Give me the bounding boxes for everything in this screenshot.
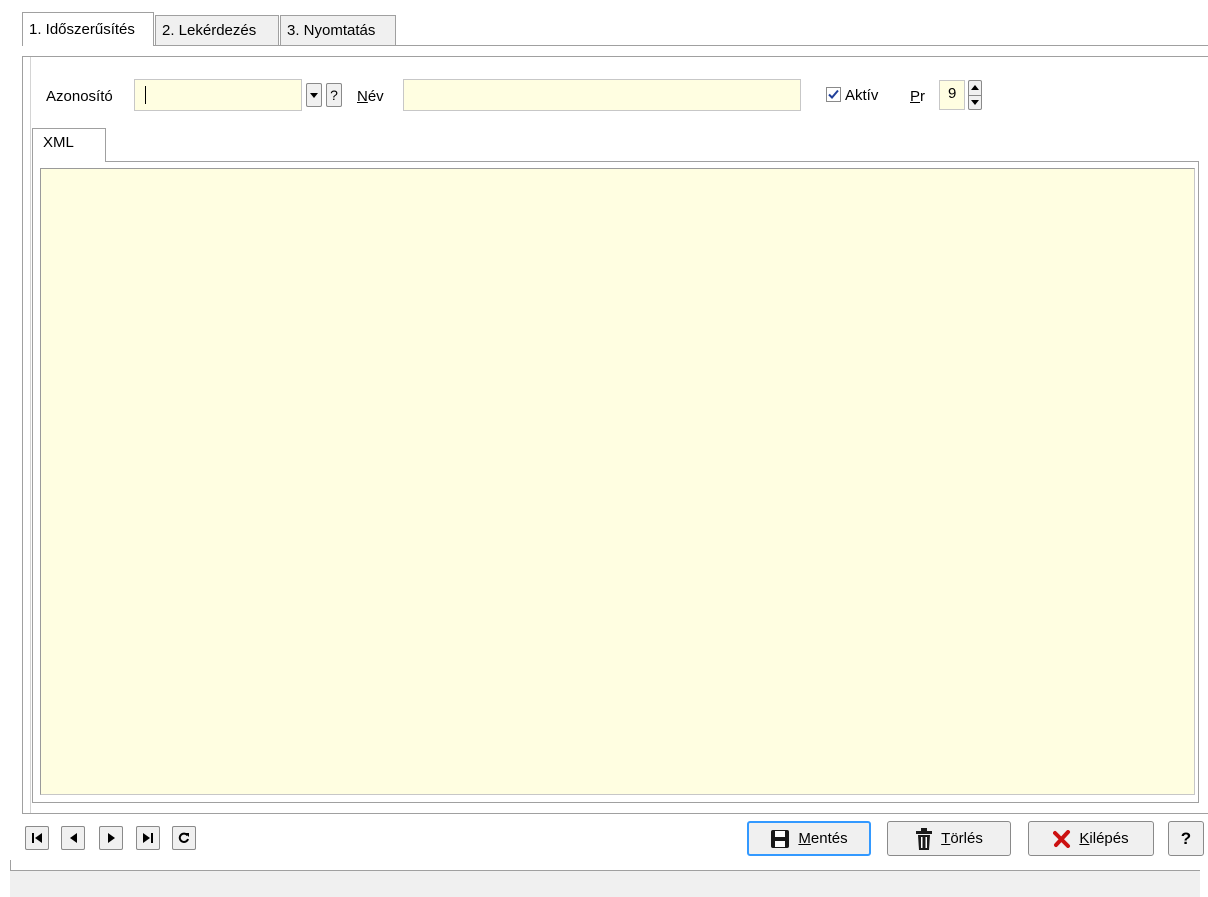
- refresh-icon: [178, 832, 189, 843]
- exit-label-accel: K: [1079, 830, 1090, 847]
- azonosito-input[interactable]: [134, 79, 302, 111]
- pr-spinner[interactable]: [968, 80, 982, 110]
- save-label-accel: M: [798, 830, 811, 847]
- status-bar: [10, 870, 1200, 897]
- azonosito-label: Azonosító: [46, 88, 113, 105]
- azonosito-dropdown-button[interactable]: [306, 83, 322, 107]
- first-record-button[interactable]: [25, 826, 49, 850]
- aktiv-label: Aktív: [845, 87, 879, 104]
- spin-down-icon: [971, 99, 979, 105]
- delete-button[interactable]: Törlés: [887, 821, 1011, 856]
- trash-icon: [916, 827, 933, 850]
- close-icon: [1053, 829, 1071, 848]
- question-mark-icon: ?: [330, 87, 338, 103]
- refresh-button[interactable]: [172, 826, 196, 850]
- delete-label: Törlés: [941, 830, 983, 847]
- help-icon: ?: [1180, 828, 1192, 848]
- save-label-rest: entés: [810, 830, 848, 847]
- azonosito-help-button[interactable]: ?: [326, 83, 342, 107]
- xml-textarea[interactable]: [40, 168, 1195, 795]
- next-record-button[interactable]: [99, 826, 123, 850]
- spin-down-button[interactable]: [969, 94, 981, 110]
- spin-up-button[interactable]: [969, 81, 981, 95]
- help-button[interactable]: ?: [1168, 821, 1204, 856]
- last-record-icon: [143, 833, 153, 843]
- pr-value: 9: [948, 85, 957, 102]
- save-label: Mentés: [798, 830, 847, 847]
- pr-input[interactable]: 9: [939, 80, 965, 110]
- previous-record-icon: [69, 833, 77, 843]
- tab-label: 2. Lekérdezés: [162, 22, 257, 39]
- text-cursor: [145, 86, 146, 104]
- nev-input[interactable]: [403, 79, 801, 111]
- previous-record-button[interactable]: [61, 826, 85, 850]
- spin-up-icon: [971, 85, 979, 91]
- delete-label-rest: örlés: [950, 830, 983, 847]
- first-record-icon: [32, 833, 42, 843]
- main-tab-strip: 1. Időszerűsítés 2. Lekérdezés 3. Nyomta…: [0, 0, 1208, 48]
- aktiv-checkbox[interactable]: [826, 87, 841, 102]
- nev-label-accel: N: [357, 88, 368, 105]
- checkmark-icon: [828, 89, 839, 99]
- tab-label: XML: [43, 134, 74, 151]
- chevron-down-icon: [310, 92, 318, 98]
- delete-label-accel: T: [941, 830, 951, 847]
- tab-label: 3. Nyomtatás: [287, 22, 376, 39]
- last-record-button[interactable]: [136, 826, 160, 850]
- tab-idoszerusites[interactable]: 1. Időszerűsítés: [22, 12, 154, 46]
- exit-button[interactable]: Kilépés: [1028, 821, 1154, 856]
- pr-label: Pr: [910, 88, 925, 105]
- next-record-icon: [107, 833, 115, 843]
- tab-label: 1. Időszerűsítés: [29, 21, 135, 38]
- nev-label-rest: év: [367, 88, 384, 105]
- pr-label-rest: r: [920, 88, 926, 105]
- tab-xml[interactable]: XML: [32, 128, 106, 162]
- tab-nyomtatas[interactable]: 3. Nyomtatás: [280, 15, 396, 45]
- nev-label: Név: [357, 88, 384, 105]
- tab-lekerdezes[interactable]: 2. Lekérdezés: [155, 15, 279, 45]
- pr-label-accel: P: [910, 88, 921, 105]
- floppy-disk-icon: [771, 829, 790, 848]
- save-button[interactable]: Mentés: [747, 821, 871, 856]
- exit-label-rest: ilépés: [1089, 830, 1129, 847]
- exit-label: Kilépés: [1079, 830, 1128, 847]
